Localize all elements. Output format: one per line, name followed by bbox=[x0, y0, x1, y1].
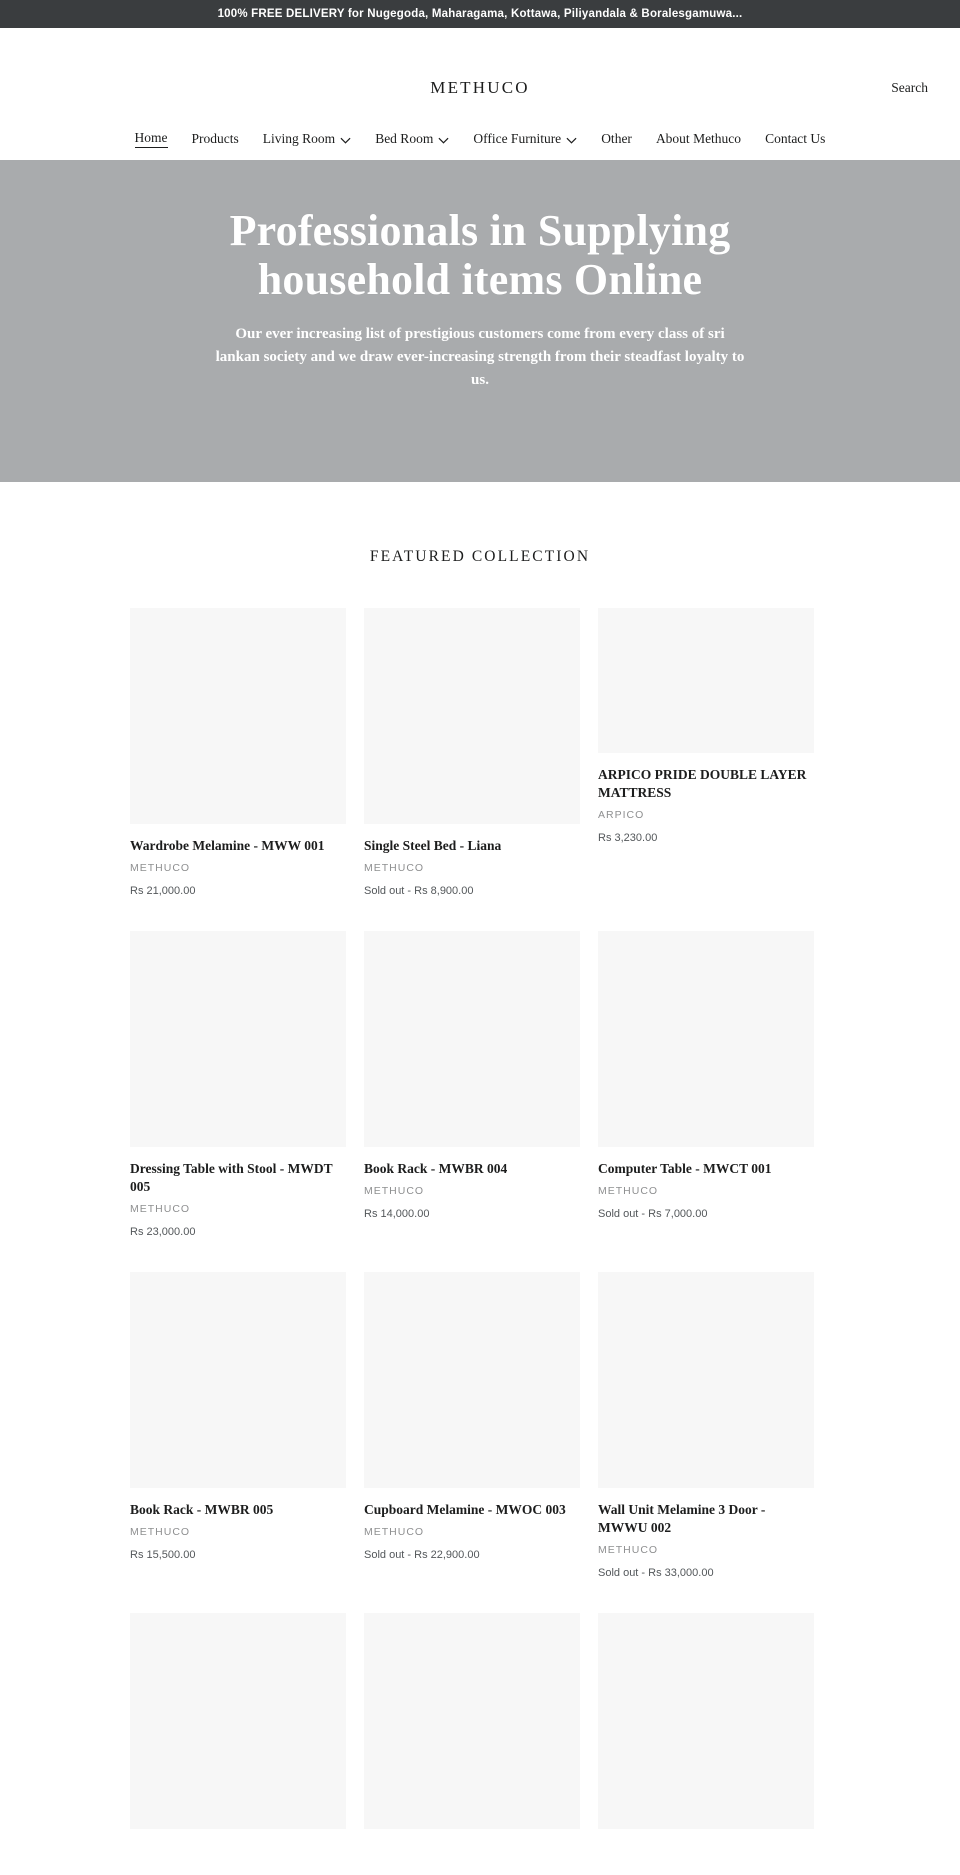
chevron-down-icon bbox=[438, 135, 449, 146]
product-card[interactable]: Book Rack - MWBR 004 METHUCO Rs 14,000.00 bbox=[364, 930, 580, 1220]
product-price: Rs 14,000.00 bbox=[364, 1207, 430, 1220]
product-card[interactable] bbox=[364, 1612, 580, 1829]
product-card[interactable]: Dressing Table with Stool - MWDT 005 METH… bbox=[130, 930, 346, 1238]
product-price: Sold out - Rs 22,900.00 bbox=[364, 1548, 480, 1561]
product-vendor: METHUCO bbox=[130, 861, 191, 874]
product-price: Sold out - Rs 7,000.00 bbox=[598, 1207, 708, 1220]
nav-item-label: Office Furniture bbox=[473, 131, 562, 146]
product-card[interactable]: Wardrobe Melamine - MWW 001 METHUCO Rs 21,… bbox=[130, 608, 346, 897]
product-image[interactable] bbox=[130, 1271, 346, 1488]
product-card[interactable]: Cupboard Melamine - MWOC 003 METHUCO Sold … bbox=[364, 1271, 580, 1561]
product-price: Sold out - Rs 33,000.00 bbox=[598, 1566, 714, 1579]
product-image[interactable] bbox=[130, 608, 346, 824]
product-card[interactable]: ARPICO PRIDE DOUBLE LAYER MATTRESS ARPICO… bbox=[598, 608, 814, 844]
product-vendor: METHUCO bbox=[130, 1525, 191, 1538]
product-title[interactable]: Dressing Table with Stool - MWDT 005 bbox=[130, 1160, 346, 1196]
product-image[interactable] bbox=[598, 608, 814, 753]
nav-item-label: Bed Room bbox=[375, 131, 434, 146]
product-title[interactable]: ARPICO PRIDE DOUBLE LAYER MATTRESS bbox=[598, 766, 814, 802]
product-vendor: METHUCO bbox=[364, 1184, 425, 1197]
product-vendor: METHUCO bbox=[364, 861, 425, 874]
chevron-down-icon bbox=[566, 135, 577, 146]
chevron-down-icon bbox=[340, 135, 351, 146]
nav-item-label: Living Room bbox=[262, 131, 336, 146]
nav-item-bed-room[interactable]: Bed Room bbox=[363, 131, 461, 147]
nav-item-label: Home bbox=[134, 130, 168, 148]
nav-item-home[interactable]: Home bbox=[123, 130, 180, 148]
product-vendor: METHUCO bbox=[130, 1202, 191, 1215]
product-title[interactable]: Wall Unit Melamine 3 Door - MWWU 002 bbox=[598, 1501, 814, 1537]
product-image[interactable] bbox=[364, 1271, 580, 1488]
section-title: FEATURED COLLECTION bbox=[369, 548, 591, 565]
product-card[interactable] bbox=[130, 1612, 346, 1829]
product-price: Rs 21,000.00 bbox=[130, 884, 196, 897]
product-image[interactable] bbox=[364, 930, 580, 1147]
product-image[interactable] bbox=[364, 1612, 580, 1829]
product-card[interactable]: Single Steel Bed - Liana METHUCO Sold out … bbox=[364, 608, 580, 897]
hero-title: Professionals in Supplying household ite… bbox=[229, 206, 731, 305]
site-header: METHUCO Search bbox=[0, 28, 960, 118]
product-price: Rs 23,000.00 bbox=[130, 1225, 196, 1238]
product-price: Rs 3,230.00 bbox=[598, 831, 658, 844]
product-image[interactable] bbox=[598, 930, 814, 1147]
product-title[interactable]: Wardrobe Melamine - MWW 001 bbox=[130, 837, 346, 855]
nav-item-label: Contact Us bbox=[765, 131, 826, 146]
product-image[interactable] bbox=[130, 930, 346, 1147]
nav-item-office-furniture[interactable]: Office Furniture bbox=[461, 131, 589, 147]
product-vendor: METHUCO bbox=[598, 1184, 659, 1197]
product-image[interactable] bbox=[130, 1612, 346, 1829]
product-card[interactable]: Computer Table - MWCT 001 METHUCO Sold out… bbox=[598, 930, 814, 1220]
hero-banner: Professionals in Supplying household ite… bbox=[0, 160, 960, 482]
main-navigation: Home Products Living Room Bed Room Office Fu… bbox=[0, 118, 960, 160]
nav-item-label: Products bbox=[191, 131, 239, 146]
product-title[interactable]: Computer Table - MWCT 001 bbox=[598, 1160, 814, 1178]
product-vendor: METHUCO bbox=[598, 1543, 659, 1556]
product-image[interactable] bbox=[364, 608, 580, 824]
product-price: Sold out - Rs 8,900.00 bbox=[364, 884, 474, 897]
product-card[interactable]: Wall Unit Melamine 3 Door - MWWU 002 METH… bbox=[598, 1271, 814, 1579]
featured-collection-section: FEATURED COLLECTION Wardrobe Melamine - … bbox=[0, 482, 960, 1863]
product-vendor: ARPICO bbox=[598, 808, 645, 821]
product-image[interactable] bbox=[598, 1271, 814, 1488]
product-grid: Wardrobe Melamine - MWW 001 METHUCO Rs 21,… bbox=[130, 608, 830, 1863]
hero-subtitle: Our ever increasing list of prestigious … bbox=[215, 325, 745, 389]
announcement-text: 100% FREE DELIVERY for Nugegoda, Maharag… bbox=[217, 8, 743, 20]
nav-item-label: Other bbox=[601, 131, 632, 146]
product-price: Rs 15,500.00 bbox=[130, 1548, 196, 1561]
product-title[interactable]: Book Rack - MWBR 004 bbox=[364, 1160, 580, 1178]
nav-item-living-room[interactable]: Living Room bbox=[251, 131, 363, 147]
product-image[interactable] bbox=[598, 1612, 814, 1829]
nav-item-other[interactable]: Other bbox=[589, 131, 644, 147]
site-logo[interactable]: METHUCO bbox=[0, 78, 960, 98]
nav-item-about-methuco[interactable]: About Methuco bbox=[644, 131, 753, 147]
product-card[interactable] bbox=[598, 1612, 814, 1829]
search-button[interactable]: Search bbox=[891, 80, 928, 96]
product-title[interactable]: Single Steel Bed - Liana bbox=[364, 837, 580, 855]
product-vendor: METHUCO bbox=[364, 1525, 425, 1538]
nav-item-contact-us[interactable]: Contact Us bbox=[753, 131, 837, 147]
nav-item-products[interactable]: Products bbox=[180, 131, 251, 147]
product-title[interactable]: Book Rack - MWBR 005 bbox=[130, 1501, 346, 1519]
product-title[interactable]: Cupboard Melamine - MWOC 003 bbox=[364, 1501, 580, 1519]
product-card[interactable]: Book Rack - MWBR 005 METHUCO Rs 15,500.00 bbox=[130, 1271, 346, 1561]
announcement-bar: 100% FREE DELIVERY for Nugegoda, Maharag… bbox=[0, 0, 960, 28]
nav-item-label: About Methuco bbox=[655, 131, 742, 146]
